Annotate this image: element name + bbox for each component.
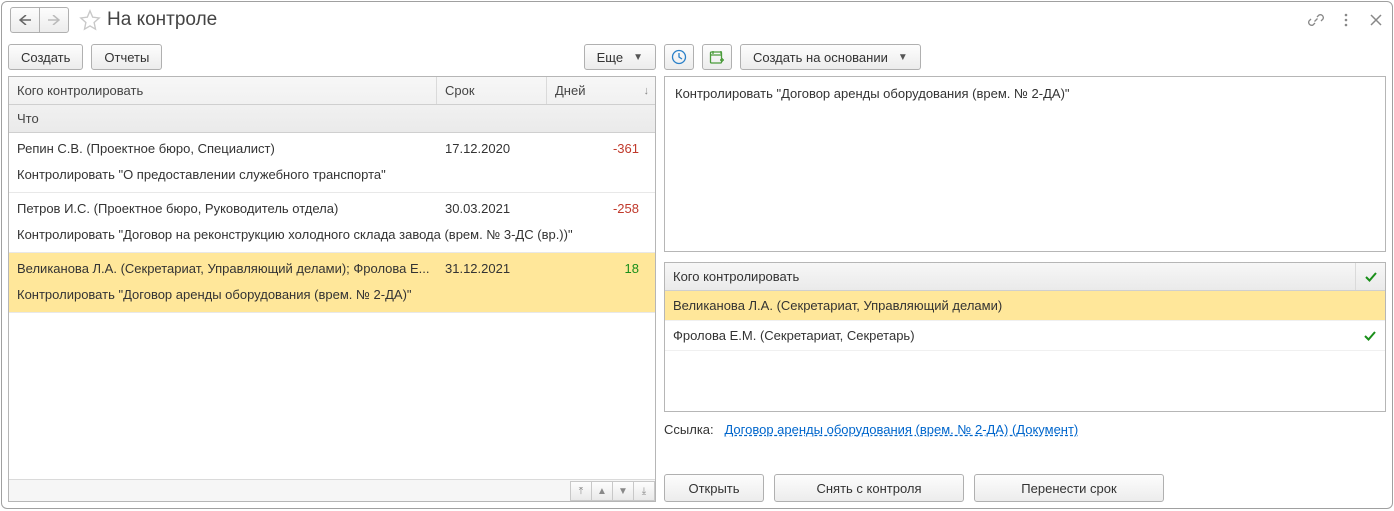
table-row[interactable]: Великанова Л.А. (Секретариат, Управляющи… — [9, 253, 655, 313]
add-event-button[interactable] — [702, 44, 732, 70]
history-button[interactable] — [664, 44, 694, 70]
reference-link[interactable]: Договор аренды оборудования (врем. № 2-Д… — [724, 422, 1078, 437]
scroll-bottom-button[interactable]: ⤓ — [633, 481, 655, 501]
controller-name: Великанова Л.А. (Секретариат, Управляющи… — [665, 291, 1355, 320]
th-what[interactable]: Что — [9, 105, 655, 132]
clock-icon — [671, 49, 687, 65]
close-icon[interactable] — [1368, 12, 1384, 28]
scroll-top-button[interactable]: ⤒ — [570, 481, 592, 501]
cell-days: -361 — [547, 133, 655, 163]
th-controller-done[interactable] — [1355, 263, 1385, 290]
postpone-button[interactable]: Перенести срок — [974, 474, 1164, 502]
remove-control-button[interactable]: Снять с контроля — [774, 474, 964, 502]
cell-days: -258 — [547, 193, 655, 223]
th-controller-name[interactable]: Кого контролировать — [665, 263, 1355, 290]
arrow-left-icon — [19, 15, 31, 25]
more-label: Еще — [597, 50, 623, 65]
more-button[interactable]: Еще ▼ — [584, 44, 656, 70]
description-box: Контролировать "Договор аренды оборудова… — [664, 76, 1386, 252]
cell-what: Контролировать "Договор аренды оборудова… — [9, 283, 655, 312]
table-row[interactable]: Петров И.С. (Проектное бюро, Руководител… — [9, 193, 655, 253]
cell-days: 18 — [547, 253, 655, 283]
controller-done — [1355, 291, 1385, 320]
reports-button[interactable]: Отчеты — [91, 44, 162, 70]
more-vertical-icon[interactable] — [1338, 12, 1354, 28]
cell-deadline: 17.12.2020 — [437, 133, 547, 163]
caret-down-icon: ▼ — [898, 52, 908, 63]
check-icon — [1364, 270, 1378, 284]
link-label: Ссылка: — [664, 422, 714, 437]
arrow-right-icon — [48, 15, 60, 25]
link-icon[interactable] — [1308, 12, 1324, 28]
create-based-on-label: Создать на основании — [753, 50, 888, 65]
sort-asc-icon: ↓ — [644, 85, 650, 97]
controller-row[interactable]: Великанова Л.А. (Секретариат, Управляющи… — [665, 291, 1385, 321]
cell-what: Контролировать "О предоставлении служебн… — [9, 163, 655, 192]
caret-down-icon: ▼ — [633, 52, 643, 63]
th-deadline[interactable]: Срок — [437, 77, 547, 104]
forward-button[interactable] — [39, 7, 69, 33]
create-label: Создать — [21, 50, 70, 65]
table-row[interactable]: Репин С.В. (Проектное бюро, Специалист)1… — [9, 133, 655, 193]
back-button[interactable] — [10, 7, 40, 33]
cell-deadline: 31.12.2021 — [437, 253, 547, 283]
calendar-plus-icon — [709, 49, 725, 65]
cell-what: Контролировать "Договор на реконструкцию… — [9, 223, 655, 252]
th-who[interactable]: Кого контролировать — [9, 77, 437, 104]
cell-deadline: 30.03.2021 — [437, 193, 547, 223]
controllers-table: Кого контролировать Великанова Л.А. (Сек… — [664, 262, 1386, 412]
controller-row[interactable]: Фролова Е.М. (Секретариат, Секретарь) — [665, 321, 1385, 351]
controller-name: Фролова Е.М. (Секретариат, Секретарь) — [665, 321, 1355, 350]
scroll-down-button[interactable]: ▼ — [612, 481, 634, 501]
scroll-up-button[interactable]: ▲ — [591, 481, 613, 501]
description-text: Контролировать "Договор аренды оборудова… — [675, 86, 1070, 101]
th-days[interactable]: Дней↓ — [547, 77, 655, 104]
reports-label: Отчеты — [104, 50, 149, 65]
favorite-star-icon[interactable] — [79, 9, 101, 31]
controller-done — [1355, 321, 1385, 350]
cell-who: Петров И.С. (Проектное бюро, Руководител… — [9, 193, 437, 223]
cell-who: Репин С.В. (Проектное бюро, Специалист) — [9, 133, 437, 163]
create-based-on-button[interactable]: Создать на основании ▼ — [740, 44, 921, 70]
page-title: На контроле — [107, 9, 217, 31]
cell-who: Великанова Л.А. (Секретариат, Управляющи… — [9, 253, 437, 283]
open-button[interactable]: Открыть — [664, 474, 764, 502]
create-button[interactable]: Создать — [8, 44, 83, 70]
control-list-table: Кого контролировать Срок Дней↓ Что Репин… — [8, 76, 656, 502]
